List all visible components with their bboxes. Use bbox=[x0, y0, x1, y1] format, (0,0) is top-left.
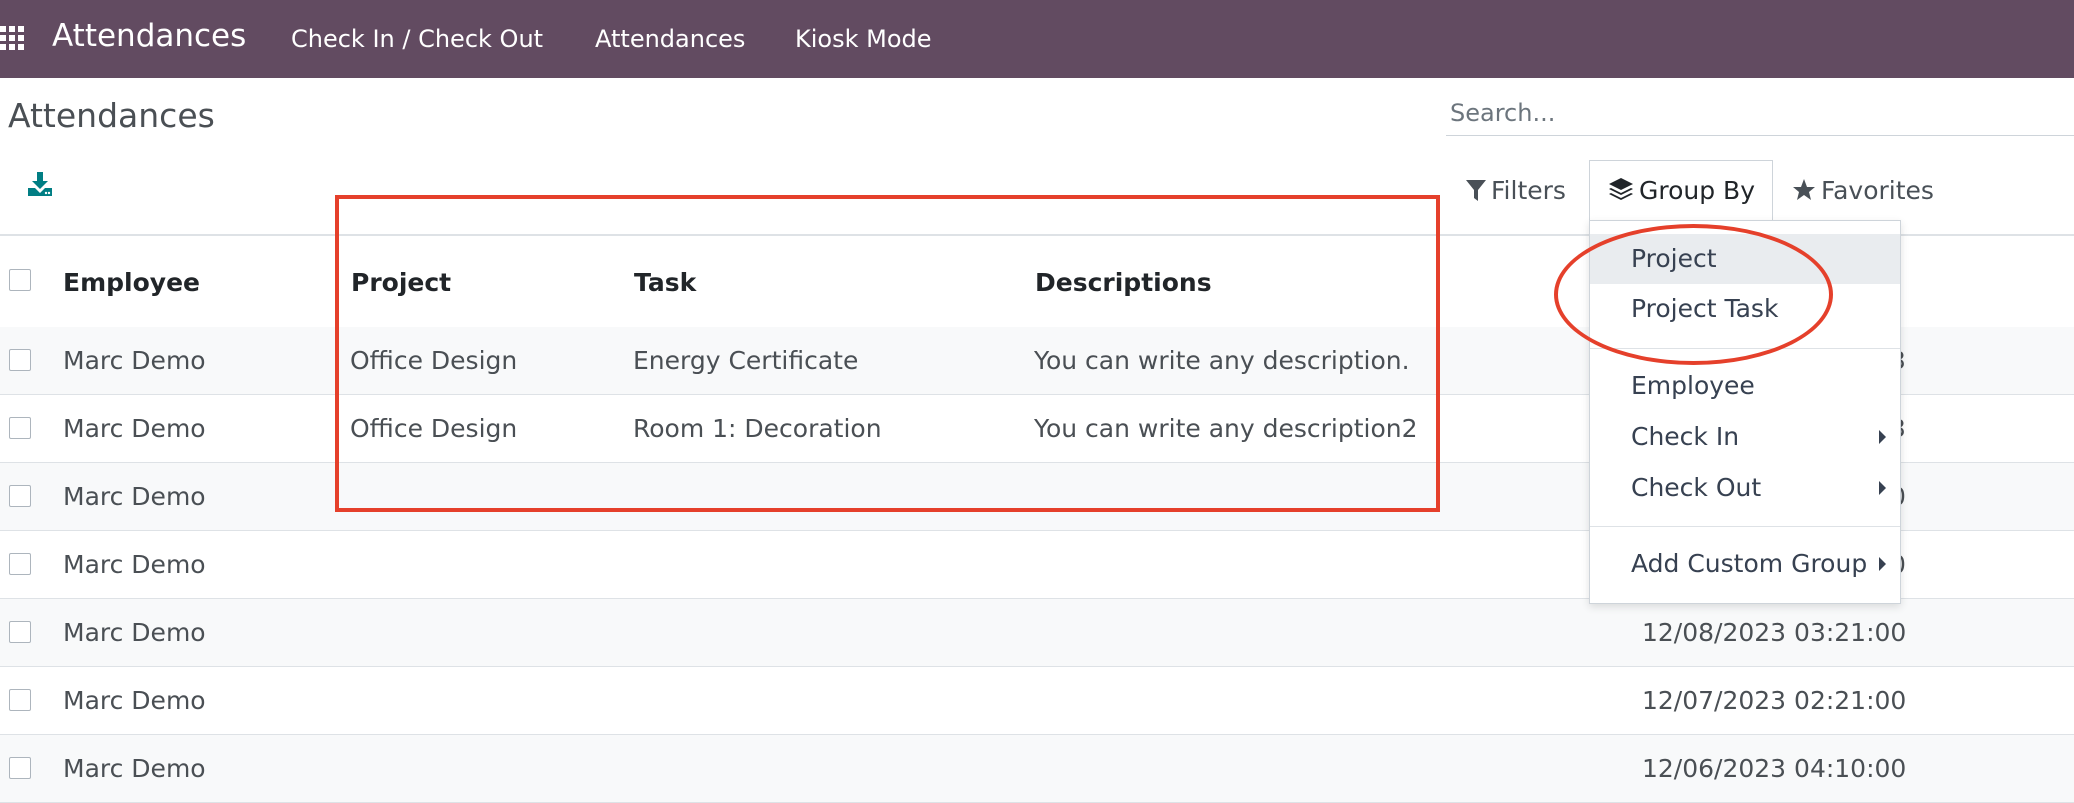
group-by-employee-label: Employee bbox=[1631, 371, 1755, 400]
group-by-dropdown: Project Project Task Employee Check In C… bbox=[1589, 220, 1901, 604]
group-by-project-task[interactable]: Project Task bbox=[1590, 284, 1900, 334]
project-cell: Office Design bbox=[350, 346, 518, 375]
table-row[interactable]: Marc Demo 12/08/2023 03:21:00 bbox=[0, 599, 2074, 667]
download-icon[interactable] bbox=[26, 170, 54, 198]
group-by-check-in-label: Check In bbox=[1631, 422, 1740, 451]
employee-cell: Marc Demo bbox=[63, 618, 206, 647]
check-in-cell: 12/08/2023 03:21:00 bbox=[1642, 618, 1907, 647]
group-by-check-out[interactable]: Check Out bbox=[1590, 463, 1900, 513]
group-by-project[interactable]: Project bbox=[1590, 234, 1900, 284]
task-cell: Room 1: Decoration bbox=[633, 414, 882, 443]
star-icon bbox=[1793, 179, 1815, 200]
employee-cell: Marc Demo bbox=[63, 754, 206, 783]
add-custom-group[interactable]: Add Custom Group bbox=[1590, 539, 1900, 589]
row-checkbox[interactable] bbox=[9, 349, 31, 371]
task-cell: Energy Certificate bbox=[633, 346, 859, 375]
apps-grid-icon[interactable] bbox=[0, 26, 28, 52]
table-row[interactable]: Marc Demo 12/06/2023 04:10:00 bbox=[0, 735, 2074, 803]
filters-button[interactable]: Filters bbox=[1466, 176, 1566, 205]
caret-right-icon bbox=[1879, 481, 1886, 495]
description-cell: You can write any description2 bbox=[1034, 414, 1418, 443]
favorites-button[interactable]: Favorites bbox=[1792, 176, 1934, 205]
row-checkbox[interactable] bbox=[9, 621, 31, 643]
group-by-button[interactable]: Group By bbox=[1608, 176, 1755, 205]
group-by-project-label: Project bbox=[1631, 244, 1717, 273]
filter-icon bbox=[1466, 180, 1486, 201]
column-header-task[interactable]: Task bbox=[634, 268, 696, 297]
group-by-employee[interactable]: Employee bbox=[1590, 361, 1900, 411]
row-checkbox[interactable] bbox=[9, 757, 31, 779]
employee-cell: Marc Demo bbox=[63, 686, 206, 715]
caret-right-icon bbox=[1879, 557, 1886, 571]
dropdown-divider bbox=[1590, 348, 1900, 349]
description-cell: You can write any description. bbox=[1034, 346, 1410, 375]
select-all-checkbox[interactable] bbox=[9, 269, 31, 291]
employee-cell: Marc Demo bbox=[63, 414, 206, 443]
employee-cell: Marc Demo bbox=[63, 550, 206, 579]
page-title: Attendances bbox=[8, 96, 215, 135]
column-header-project[interactable]: Project bbox=[351, 268, 451, 297]
check-in-cell: 12/07/2023 02:21:00 bbox=[1642, 686, 1907, 715]
group-by-label: Group By bbox=[1639, 176, 1756, 205]
row-checkbox[interactable] bbox=[9, 689, 31, 711]
dropdown-divider bbox=[1590, 526, 1900, 527]
nav-attendances[interactable]: Attendances bbox=[595, 25, 745, 53]
employee-cell: Marc Demo bbox=[63, 346, 206, 375]
filters-label: Filters bbox=[1491, 176, 1566, 205]
check-in-cell: 12/06/2023 04:10:00 bbox=[1642, 754, 1907, 783]
app-brand[interactable]: Attendances bbox=[52, 18, 246, 54]
table-row[interactable]: Marc Demo 12/07/2023 02:21:00 bbox=[0, 667, 2074, 735]
row-checkbox[interactable] bbox=[9, 553, 31, 575]
group-by-check-in[interactable]: Check In bbox=[1590, 412, 1900, 462]
layers-icon bbox=[1609, 178, 1633, 200]
column-header-employee[interactable]: Employee bbox=[63, 268, 200, 297]
nav-check-in-check-out[interactable]: Check In / Check Out bbox=[291, 25, 543, 53]
group-by-check-out-label: Check Out bbox=[1631, 473, 1762, 502]
employee-cell: Marc Demo bbox=[63, 482, 206, 511]
add-custom-group-label: Add Custom Group bbox=[1631, 549, 1868, 578]
favorites-label: Favorites bbox=[1821, 176, 1934, 205]
row-checkbox[interactable] bbox=[9, 485, 31, 507]
caret-right-icon bbox=[1879, 430, 1886, 444]
project-cell: Office Design bbox=[350, 414, 518, 443]
top-navbar: Attendances Check In / Check Out Attenda… bbox=[0, 0, 2074, 78]
nav-kiosk-mode[interactable]: Kiosk Mode bbox=[795, 25, 932, 53]
row-checkbox[interactable] bbox=[9, 417, 31, 439]
column-header-descriptions[interactable]: Descriptions bbox=[1035, 268, 1212, 297]
search-input[interactable] bbox=[1446, 90, 2074, 136]
group-by-project-task-label: Project Task bbox=[1631, 294, 1779, 323]
